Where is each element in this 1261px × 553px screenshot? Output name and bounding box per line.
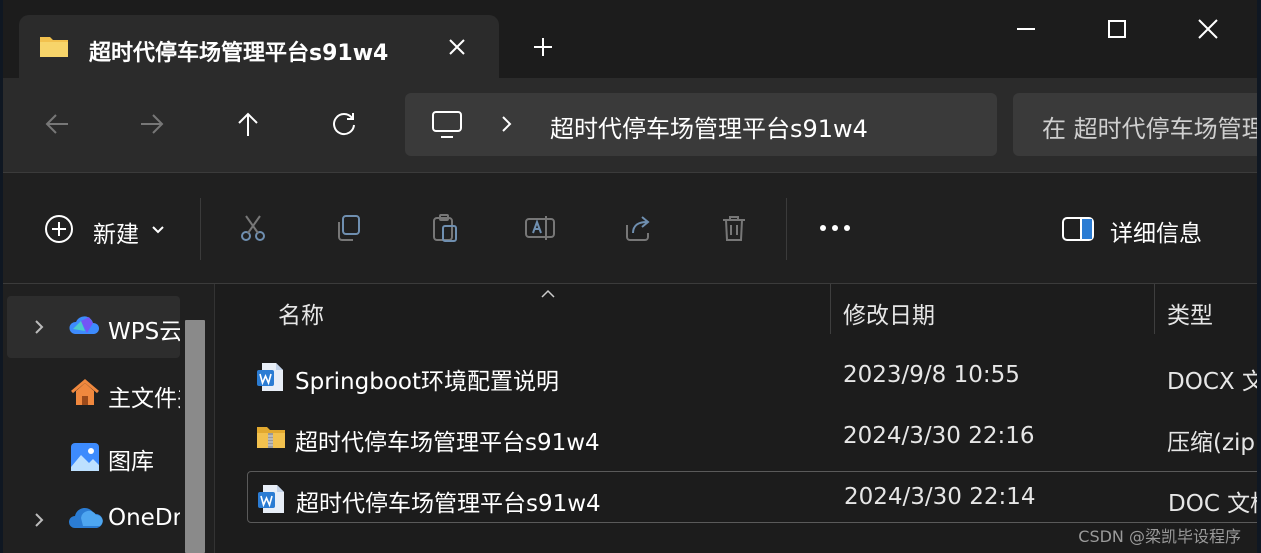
new-tab-icon[interactable] (530, 34, 556, 60)
onedrive-icon (69, 504, 103, 536)
sort-ascending-icon (540, 284, 556, 303)
title-bar: 超时代停车场管理平台s91w4 (3, 0, 1257, 78)
separator (200, 198, 201, 260)
column-separator[interactable] (1154, 284, 1155, 334)
sidebar-item-onedrive[interactable]: OneDrive (7, 489, 180, 551)
paste-icon[interactable] (427, 210, 463, 246)
sidebar-item-wps-cloud[interactable]: WPS云盘 (7, 296, 180, 358)
search-box[interactable]: 在 超时代停车场管理平台s91w4 中搜索 (1013, 93, 1257, 156)
file-date: 2024/3/30 22:16 (843, 423, 1035, 449)
search-placeholder: 在 超时代停车场管理平台s91w4 中搜索 (1042, 115, 1257, 143)
gallery-icon (69, 441, 101, 477)
details-pane-icon (1061, 216, 1095, 246)
add-icon (43, 213, 75, 249)
copy-icon[interactable] (330, 210, 366, 246)
file-date: 2023/9/8 10:55 (843, 362, 1020, 388)
minimize-icon[interactable] (1003, 12, 1049, 46)
zip-folder-icon (256, 423, 286, 455)
chevron-right-icon[interactable] (33, 318, 45, 340)
file-list: 名称 修改日期 类型 Springboot环境配置说明 2023/9/8 10:… (215, 284, 1257, 553)
column-header-type[interactable]: 类型 (1167, 296, 1213, 330)
file-type: 压缩(zipped)文件夹 (1167, 430, 1257, 456)
tab-title: 超时代停车场管理平台s91w4 (89, 41, 389, 66)
navigation-bar: 超时代停车场管理平台s91w4 在 超时代停车场管理平台s91w4 中搜索 (3, 78, 1257, 173)
chevron-right-icon[interactable] (499, 113, 515, 139)
new-label: 新建 (93, 222, 139, 248)
tab-current-folder[interactable]: 超时代停车场管理平台s91w4 (19, 15, 499, 78)
close-window-icon[interactable] (1185, 12, 1231, 46)
chevron-right-icon[interactable] (33, 511, 45, 533)
rename-icon[interactable] (523, 210, 559, 246)
delete-icon[interactable] (716, 210, 752, 246)
file-explorer-window: 超时代停车场管理平台s91w4 超时代停车场管理平台s91w4 在 超时代停车场… (3, 0, 1257, 553)
chevron-down-icon (151, 221, 165, 240)
file-name: 超时代停车场管理平台s91w4 (295, 430, 600, 456)
sidebar-item-label: OneDrive (108, 505, 180, 531)
cut-icon[interactable] (235, 210, 271, 246)
folder-icon (39, 34, 69, 62)
sidebar-item-label: 图库 (108, 449, 154, 475)
column-separator[interactable] (830, 284, 831, 334)
sidebar-item-label: 主文件夹 (108, 386, 180, 412)
sidebar-item-gallery[interactable]: 图库 (7, 426, 180, 488)
navigation-pane: WPS云盘 主文件夹 图库 OneDrive (3, 284, 215, 553)
watermark: CSDN @梁凯毕设程序 (1078, 527, 1241, 546)
sidebar-scrollbar[interactable] (185, 320, 205, 553)
command-bar: 新建 详细信息 (3, 173, 1257, 283)
separator (786, 198, 787, 260)
address-bar[interactable]: 超时代停车场管理平台s91w4 (405, 93, 997, 156)
this-pc-icon (431, 110, 463, 144)
sidebar-item-label: WPS云盘 (108, 319, 180, 345)
refresh-icon[interactable] (326, 106, 362, 142)
sidebar-item-home[interactable]: 主文件夹 (7, 363, 180, 425)
back-arrow-icon[interactable] (39, 106, 75, 142)
forward-arrow-icon[interactable] (134, 106, 170, 142)
maximize-icon[interactable] (1094, 12, 1140, 46)
home-icon (69, 378, 101, 412)
word-doc-icon (256, 362, 284, 396)
details-label: 详细信息 (1110, 221, 1202, 247)
column-header-name[interactable]: 名称 (278, 296, 324, 330)
table-row[interactable]: 超时代停车场管理平台s91w4 2024/3/30 22:16 压缩(zippe… (247, 411, 1257, 463)
close-tab-icon[interactable] (444, 34, 470, 60)
breadcrumb-current[interactable]: 超时代停车场管理平台s91w4 (550, 109, 868, 144)
file-name: 超时代停车场管理平台s91w4 (296, 491, 601, 517)
up-arrow-icon[interactable] (230, 106, 266, 142)
file-name: Springboot环境配置说明 (295, 369, 559, 395)
column-header-modified[interactable]: 修改日期 (843, 296, 935, 330)
word-doc-icon (257, 484, 285, 518)
table-row[interactable]: 超时代停车场管理平台s91w4 2024/3/30 22:14 DOC 文档 (247, 471, 1257, 523)
wps-cloud-icon (69, 311, 101, 345)
share-icon[interactable] (620, 210, 656, 246)
file-type: DOC 文档 (1168, 491, 1257, 517)
more-options-icon[interactable] (813, 210, 857, 246)
table-row[interactable]: Springboot环境配置说明 2023/9/8 10:55 DOCX 文档 (247, 350, 1257, 402)
file-date: 2024/3/30 22:14 (844, 484, 1036, 510)
file-type: DOCX 文档 (1167, 369, 1257, 395)
